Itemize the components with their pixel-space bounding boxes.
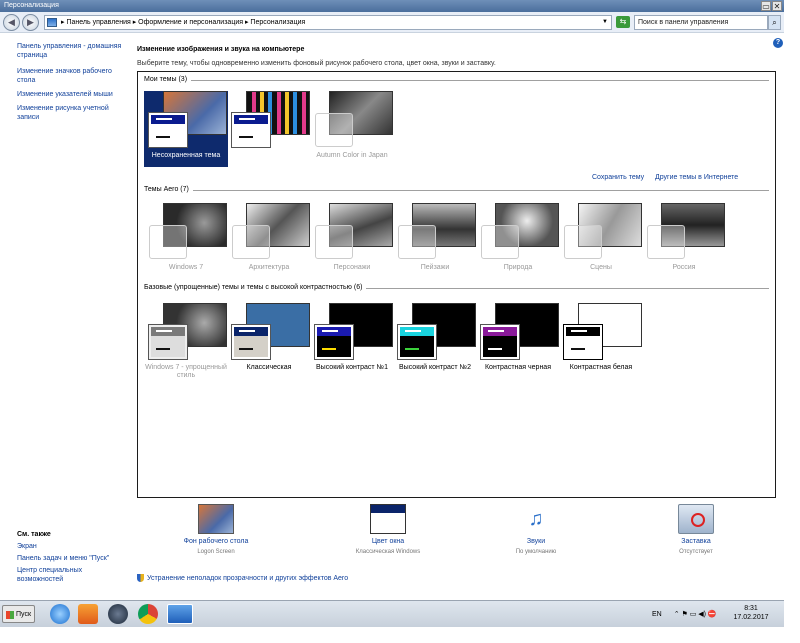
address-path: ▸ Панель управления ▸ Оформление и персо…: [61, 19, 306, 26]
see-also-display[interactable]: Экран: [17, 542, 129, 551]
see-also-taskbar[interactable]: Панель задач и меню "Пуск": [17, 554, 129, 563]
desktop-background-value: Logon Screen: [197, 549, 235, 555]
help-icon[interactable]: ?: [773, 38, 783, 48]
internet-explorer-icon[interactable]: [50, 604, 70, 624]
theme-tile-architecture[interactable]: Архитектура: [227, 203, 311, 279]
tray-icons[interactable]: ⌃ ⚑ ▭ ◀) ⛔: [674, 611, 717, 618]
screensaver-label[interactable]: Заставка: [631, 537, 761, 546]
more-themes-link[interactable]: Другие темы в Интернете: [655, 173, 738, 182]
theme-label: Autumn Color in Japan: [316, 152, 388, 159]
theme-tile-high-contrast-1[interactable]: Высокий контраст №1: [310, 303, 394, 379]
address-toolbar: ◀ ▶ ▸ Панель управления ▸ Оформление и п…: [0, 12, 784, 33]
theme-label: Контрастная черная: [484, 364, 551, 371]
desktop-background-setting[interactable]: Фон рабочего стола Logon Screen: [151, 504, 281, 556]
theme-label: Windows 7 - упрощенный стиль: [145, 364, 227, 379]
see-also-accessibility[interactable]: Центр специальных возможностей: [17, 566, 129, 584]
theme-label: Россия: [672, 264, 696, 271]
chrome-icon[interactable]: [138, 604, 158, 624]
see-also-section: См. также Экран Панель задач и меню "Пус…: [17, 531, 129, 587]
theme-tile-contrast-black[interactable]: Контрастная черная: [476, 303, 560, 379]
window-color-value: Классическая Windows: [355, 549, 421, 555]
section-title-aero: Темы Aero (7): [144, 186, 193, 193]
theme-label: Сцены: [590, 264, 612, 271]
theme-label: Windows 7: [168, 264, 204, 271]
desktop-background-icon: [198, 504, 234, 534]
theme-label: Высокий контраст №1: [316, 364, 388, 371]
screensaver-setting[interactable]: Заставка Отсутствует: [631, 504, 761, 556]
theme-tile-classic[interactable]: Классическая: [227, 303, 311, 379]
clock-date: 17.02.2017: [733, 614, 769, 621]
theme-list[interactable]: Мои темы (3) Несохраненная тема Autumn C…: [137, 71, 776, 498]
start-button[interactable]: Пуск: [2, 605, 35, 623]
sidebar-item-desktop-icons[interactable]: Изменение значков рабочего стола: [17, 67, 127, 85]
theme-tile-windows7-basic[interactable]: Windows 7 - упрощенный стиль: [144, 303, 228, 379]
theme-tile-scenes[interactable]: Сцены: [559, 203, 643, 279]
theme-label: Природа: [503, 264, 533, 271]
sidebar-item-account-picture[interactable]: Изменение рисунка учетной записи: [17, 104, 127, 122]
window-color-setting[interactable]: Цвет окна Классическая Windows: [323, 504, 453, 556]
window-title-bar: Персонализация ▭ ✕: [0, 0, 784, 12]
see-also-title: См. также: [17, 531, 51, 538]
theme-label: Пейзажи: [420, 264, 450, 271]
divider: [144, 190, 769, 191]
theme-tile-unsaved[interactable]: Несохраненная тема: [144, 91, 228, 167]
window-color-icon: [370, 504, 406, 534]
control-panel-taskbar-icon[interactable]: [167, 604, 193, 624]
close-button[interactable]: ✕: [772, 1, 782, 11]
system-tray: EN ⌃ ⚑ ▭ ◀) ⛔: [652, 601, 717, 628]
divider: [144, 80, 769, 81]
theme-label: Классическая: [246, 364, 292, 371]
control-panel-icon: [47, 18, 57, 27]
sounds-label[interactable]: Звуки: [471, 537, 601, 546]
search-icon[interactable]: ⌕: [768, 15, 781, 30]
theme-tile-custom[interactable]: [227, 91, 311, 167]
troubleshoot-aero-link[interactable]: Устранение неполадок прозрачности и друг…: [147, 575, 348, 582]
address-field[interactable]: ▸ Панель управления ▸ Оформление и персо…: [44, 15, 612, 30]
steam-icon[interactable]: [108, 604, 128, 624]
theme-tile-high-contrast-2[interactable]: Высокий контраст №2: [393, 303, 477, 379]
sidebar: Панель управления - домашняя страница Из…: [17, 42, 127, 127]
theme-label: Высокий контраст №2: [399, 364, 471, 371]
shield-icon: [137, 574, 144, 583]
media-player-icon[interactable]: [78, 604, 98, 624]
search-input[interactable]: Поиск в панели управления: [634, 15, 768, 30]
chevron-down-icon[interactable]: ▼: [602, 16, 608, 29]
screensaver-value: Отсутствует: [679, 549, 713, 555]
page-title: Изменение изображения и звука на компьют…: [137, 46, 305, 53]
theme-label: Несохраненная тема: [151, 152, 221, 159]
language-indicator[interactable]: EN: [652, 611, 662, 618]
theme-tile-windows7[interactable]: Windows 7: [144, 203, 228, 279]
theme-tile-landscapes[interactable]: Пейзажи: [393, 203, 477, 279]
theme-tile-nature[interactable]: Природа: [476, 203, 560, 279]
clock[interactable]: 8:31 17.02.2017: [728, 604, 774, 622]
theme-label: Контрастная белая: [569, 364, 633, 371]
sidebar-item-home[interactable]: Панель управления - домашняя страница: [17, 42, 127, 60]
theme-settings-row: Фон рабочего стола Logon Screen Цвет окн…: [137, 504, 776, 564]
refresh-button[interactable]: ⇆: [616, 16, 630, 28]
theme-tile-russia[interactable]: Россия: [642, 203, 726, 279]
sounds-value: По умолчанию: [515, 549, 557, 555]
theme-tile-contrast-white[interactable]: Контрастная белая: [559, 303, 643, 379]
theme-tile-characters[interactable]: Персонажи: [310, 203, 394, 279]
page-description: Выберите тему, чтобы одновременно измени…: [137, 60, 496, 67]
maximize-button[interactable]: ▭: [761, 1, 771, 11]
back-button[interactable]: ◀: [3, 14, 20, 31]
section-title-my-themes: Мои темы (3): [144, 76, 192, 83]
desktop-background-label[interactable]: Фон рабочего стола: [151, 537, 281, 546]
window-title: Персонализация: [4, 2, 59, 9]
theme-label: Персонажи: [333, 264, 371, 271]
sounds-setting[interactable]: ♫ Звуки По умолчанию: [471, 504, 601, 556]
taskbar: Пуск EN ⌃ ⚑ ▭ ◀) ⛔ 8:31 17.02.2017: [0, 600, 784, 627]
clock-time: 8:31: [744, 605, 758, 612]
theme-label: Архитектура: [248, 264, 290, 271]
screensaver-icon: [678, 504, 714, 534]
troubleshoot-aero-link-row: Устранение неполадок прозрачности и друг…: [137, 574, 348, 583]
window-color-label[interactable]: Цвет окна: [323, 537, 453, 546]
save-theme-link[interactable]: Сохранить тему: [592, 173, 644, 182]
sidebar-item-mouse-pointers[interactable]: Изменение указателей мыши: [17, 90, 127, 99]
sounds-icon: ♫: [528, 508, 544, 530]
theme-tile-autumn[interactable]: Autumn Color in Japan: [310, 91, 394, 167]
forward-button[interactable]: ▶: [22, 14, 39, 31]
section-title-basic: Базовые (упрощенные) темы и темы с высок…: [144, 284, 367, 291]
